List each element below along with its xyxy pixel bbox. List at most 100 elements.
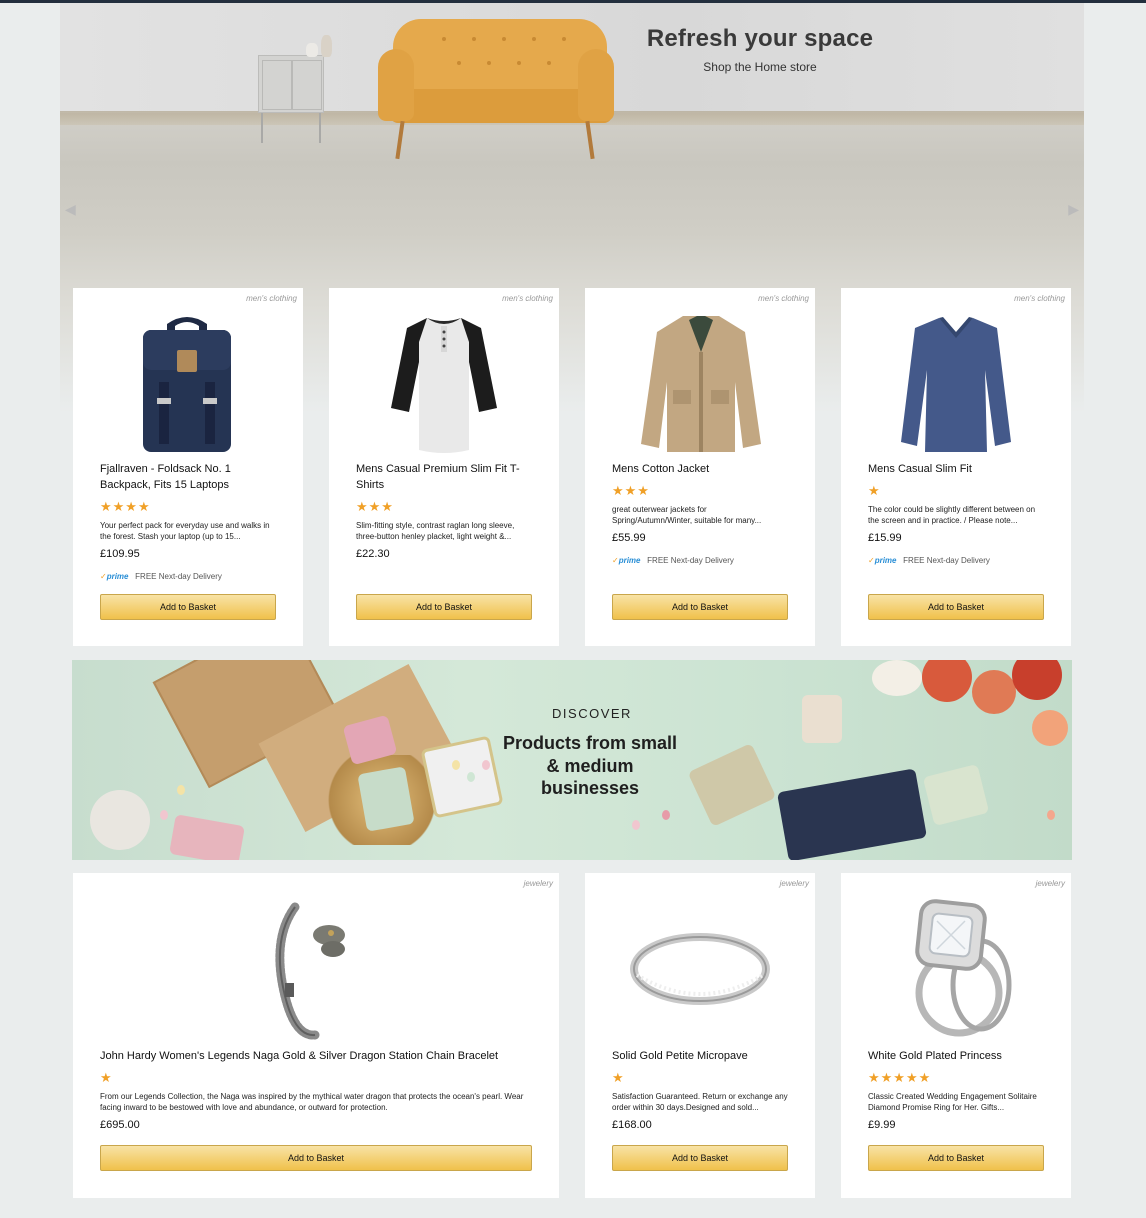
product-title[interactable]: White Gold Plated Princess — [868, 1048, 1048, 1064]
product-card[interactable]: jewelery Solid Gold Petite Micropave ★ S… — [585, 873, 815, 1198]
vase-illustration — [321, 35, 332, 57]
bracelet-icon — [275, 902, 345, 1040]
add-to-basket-button[interactable]: Add to Basket — [356, 594, 532, 620]
sofa-leg — [585, 120, 595, 160]
hero-subtitle[interactable]: Shop the Home store — [620, 60, 900, 74]
sofa-tuft — [532, 37, 536, 41]
add-to-basket-button[interactable]: Add to Basket — [612, 594, 788, 620]
tin-box-illustration — [776, 768, 928, 860]
product-title[interactable]: John Hardy Women's Legends Naga Gold & S… — [100, 1048, 540, 1064]
product-price: £168.00 — [612, 1119, 652, 1131]
tea-tin-illustration — [357, 766, 415, 832]
sofa-tuft — [472, 37, 476, 41]
cabinet-door — [292, 60, 322, 110]
flower-illustration — [1032, 710, 1068, 746]
delivery-text: FREE Next-day Delivery — [135, 572, 222, 581]
product-description: Your perfect pack for everyday use and w… — [100, 521, 270, 541]
banner-kicker: DISCOVER — [552, 706, 632, 721]
jacket-icon — [641, 316, 761, 452]
product-title[interactable]: Fjallraven - Foldsack No. 1 Backpack, Fi… — [100, 461, 280, 493]
product-description: great outerwear jackets for Spring/Autum… — [612, 505, 762, 525]
product-category: jewelery — [1035, 879, 1065, 888]
delivery-text: FREE Next-day Delivery — [903, 556, 990, 565]
product-price: £109.95 — [100, 548, 140, 560]
tea-tin-illustration — [169, 814, 245, 860]
product-card[interactable]: men's clothing Mens Cotton Jacket ★★★ gr… — [585, 288, 815, 646]
candy-tin-illustration — [420, 735, 504, 819]
diamond-ring-icon — [915, 899, 1012, 1037]
product-card[interactable]: men's clothing Mens Casual Slim Fit ★ Th… — [841, 288, 1071, 646]
backpack-icon — [143, 317, 231, 452]
sofa-tuft — [517, 61, 521, 65]
product-category: jewelery — [779, 879, 809, 888]
candy-illustration — [467, 772, 475, 782]
tea-tin-illustration — [802, 695, 842, 743]
sweater-icon — [901, 317, 1011, 452]
product-price: £22.30 — [356, 548, 390, 560]
glass-jar-illustration — [90, 790, 150, 850]
candy-illustration — [452, 760, 460, 770]
product-price: £695.00 — [100, 1119, 140, 1131]
flower-illustration — [972, 670, 1016, 714]
banner-headline: Products from small & medium businesses — [502, 733, 678, 798]
product-description: Satisfaction Guaranteed. Return or excha… — [612, 1092, 788, 1112]
ring-icon — [630, 933, 770, 1005]
sofa-arm — [378, 49, 414, 121]
hero-prev-arrow-icon[interactable]: ◀ — [65, 201, 76, 218]
add-to-basket-button[interactable]: Add to Basket — [868, 594, 1044, 620]
sofa-tuft — [442, 37, 446, 41]
product-card[interactable]: jewelery John Hardy Women's Legends Naga… — [73, 873, 559, 1198]
product-category: men's clothing — [758, 294, 809, 303]
product-category: men's clothing — [246, 294, 297, 303]
prime-check-icon: ✓ — [612, 556, 619, 565]
sofa-arm — [578, 49, 614, 121]
prime-logo: prime — [106, 572, 129, 581]
add-to-basket-button[interactable]: Add to Basket — [612, 1145, 788, 1171]
add-to-basket-button[interactable]: Add to Basket — [100, 1145, 532, 1171]
sofa-tuft — [547, 61, 551, 65]
product-category: men's clothing — [502, 294, 553, 303]
candy-illustration — [1047, 810, 1055, 820]
product-price: £15.99 — [868, 532, 902, 544]
product-description: The color could be slightly different be… — [868, 505, 1036, 525]
sofa-leg — [395, 120, 405, 160]
sofa-tuft — [487, 61, 491, 65]
star-rating-icon: ★★★★ — [100, 499, 151, 514]
candy-illustration — [177, 785, 185, 795]
hero-title: Refresh your space — [646, 25, 874, 52]
candy-illustration — [662, 810, 670, 820]
candy-illustration — [482, 760, 490, 770]
sofa-tuft — [562, 37, 566, 41]
scoop-tin-illustration — [687, 743, 777, 827]
vase-illustration — [306, 43, 318, 57]
product-card[interactable]: men's clothing Fjallraven - Foldsack No.… — [73, 288, 303, 646]
add-to-basket-button[interactable]: Add to Basket — [100, 594, 276, 620]
cabinet-door — [262, 60, 292, 110]
sofa-tuft — [457, 61, 461, 65]
star-rating-icon: ★ — [100, 1070, 113, 1085]
hero-next-arrow-icon[interactable]: ▶ — [1068, 201, 1079, 218]
product-card[interactable]: jewelery White Gold Plated Princess ★★★★… — [841, 873, 1071, 1198]
product-title[interactable]: Solid Gold Petite Micropave — [612, 1048, 792, 1064]
product-description: Slim-fitting style, contrast raglan long… — [356, 521, 515, 541]
star-rating-icon: ★★★★★ — [868, 1070, 932, 1085]
add-to-basket-button[interactable]: Add to Basket — [868, 1145, 1044, 1171]
small-business-banner[interactable]: DISCOVER Products from small & medium bu… — [72, 660, 1072, 860]
product-title[interactable]: Mens Cotton Jacket — [612, 461, 792, 477]
prime-logo: prime — [874, 556, 897, 565]
product-description: From our Legends Collection, the Naga wa… — [100, 1092, 524, 1112]
flower-illustration — [922, 660, 972, 702]
product-title[interactable]: Mens Casual Premium Slim Fit T-Shirts — [356, 461, 536, 493]
product-price: £55.99 — [612, 532, 646, 544]
star-rating-icon: ★ — [868, 483, 881, 498]
cabinet-leg — [261, 113, 263, 143]
prime-check-icon: ✓ — [868, 556, 875, 565]
product-price: £9.99 — [868, 1119, 896, 1131]
tea-tin-illustration — [922, 763, 990, 827]
product-category: jewelery — [523, 879, 553, 888]
prime-delivery: ✓prime FREE Next-day Delivery — [100, 572, 222, 581]
product-card[interactable]: men's clothing Mens Casual Premium Slim … — [329, 288, 559, 646]
cabinet-leg — [319, 113, 321, 143]
candy-illustration — [160, 810, 168, 820]
product-title[interactable]: Mens Casual Slim Fit — [868, 461, 1048, 477]
